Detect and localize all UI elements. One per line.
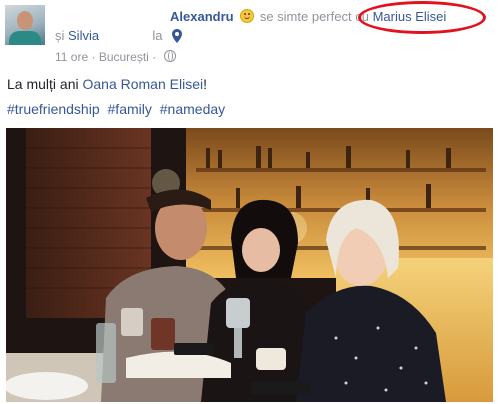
post-message: La mulți ani Oana Roman Elisei! — [7, 76, 207, 92]
post-meta: 11 ore · București · — [55, 50, 176, 64]
hashtag-link[interactable]: #truefriendship — [7, 101, 100, 117]
map-pin-icon[interactable] — [172, 29, 182, 43]
post-header-continued: și Silvia la — [55, 28, 162, 43]
meta-separator: · — [91, 50, 96, 64]
feeling-text: se simte perfect — [259, 9, 352, 24]
hashtag-list: #truefriendship #family #nameday — [7, 101, 229, 117]
globe-icon[interactable] — [163, 50, 176, 62]
mention-link[interactable]: Oana Roman Elisei — [82, 76, 203, 92]
tagged-person-2-link[interactable]: Silvia — [68, 28, 99, 43]
post-photo[interactable] — [6, 128, 493, 402]
post-place-link[interactable]: București — [99, 50, 149, 64]
highlight-circle-annotation — [358, 1, 486, 34]
avatar-face — [17, 11, 33, 30]
author-name-link[interactable]: Alexandru — [170, 9, 234, 24]
author-avatar[interactable] — [5, 5, 45, 45]
meta-separator-2: · — [152, 50, 157, 64]
message-prefix: La mulți ani — [7, 76, 79, 92]
post-time-link[interactable]: 11 ore — [55, 50, 88, 64]
restaurant-photo-illustration — [6, 128, 493, 402]
hashtag-link[interactable]: #family — [108, 101, 152, 117]
avatar-shirt — [9, 31, 41, 45]
smiling-face-icon — [240, 9, 255, 23]
message-suffix: ! — [203, 76, 207, 92]
location-prefix: la — [152, 28, 163, 43]
and-prefix: și — [55, 28, 65, 43]
hashtag-link[interactable]: #nameday — [160, 101, 225, 117]
